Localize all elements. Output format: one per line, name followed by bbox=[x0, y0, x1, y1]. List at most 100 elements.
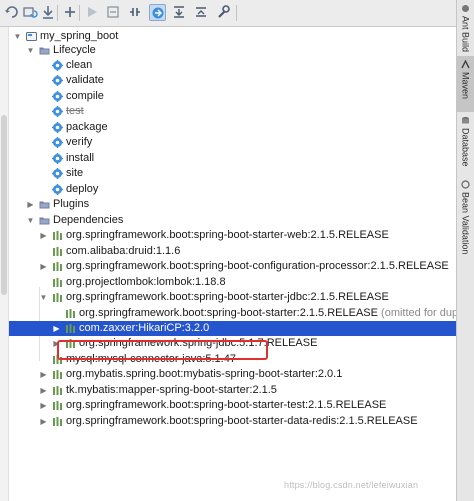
library-icon bbox=[52, 416, 63, 427]
tree-node-label: Plugins bbox=[53, 198, 90, 210]
tree-node-label: deploy bbox=[66, 183, 99, 195]
toolbar-separator bbox=[79, 5, 80, 21]
gear-icon bbox=[52, 153, 63, 164]
expand-arrow-down-icon[interactable]: ▼ bbox=[26, 43, 35, 58]
expand-arrow-right-icon[interactable]: ▶ bbox=[52, 321, 61, 336]
lifecycle-phase-item[interactable]: validate bbox=[9, 73, 456, 88]
generate-sources-button[interactable] bbox=[22, 4, 39, 21]
tree-node[interactable]: ▶ tk.mybatis:mapper-spring-boot-starter:2… bbox=[9, 383, 456, 398]
gear-icon bbox=[52, 122, 63, 133]
library-icon bbox=[52, 369, 63, 380]
lifecycle-phase-item[interactable]: deploy bbox=[9, 182, 456, 197]
tree-node[interactable]: ▶ org.springframework.boot:spring-boot-st… bbox=[9, 228, 456, 243]
tree-node[interactable]: ▼ Lifecycle bbox=[9, 43, 456, 58]
tree-node[interactable]: ▶ org.mybatis.spring.boot:mybatis-spring-… bbox=[9, 367, 456, 382]
left-scrollbar[interactable] bbox=[0, 27, 9, 501]
skip-tests-button[interactable] bbox=[149, 4, 166, 21]
tree-node[interactable]: ▶ org.springframework.boot:spring-boot-co… bbox=[9, 259, 456, 274]
lifecycle-phase-item[interactable]: compile bbox=[9, 89, 456, 104]
library-icon bbox=[52, 292, 63, 303]
tree-node-label: my_spring_boot bbox=[40, 30, 119, 42]
gear-icon bbox=[52, 137, 63, 148]
execute-goal-button[interactable] bbox=[105, 4, 122, 21]
tree-node-label: clean bbox=[66, 59, 93, 71]
maven-module-icon bbox=[26, 31, 37, 42]
expand-arrow-right-icon[interactable]: ▶ bbox=[26, 197, 35, 212]
lifecycle-phase-item[interactable]: test bbox=[9, 104, 456, 119]
wrench-icon bbox=[215, 4, 232, 20]
lifecycle-phase-item[interactable]: site bbox=[9, 166, 456, 181]
expand-arrow-right-icon[interactable]: ▶ bbox=[39, 398, 48, 413]
download-sources-button[interactable] bbox=[40, 4, 57, 21]
expand-arrow-down-icon[interactable]: ▼ bbox=[13, 29, 22, 44]
maven-goal-icon bbox=[105, 4, 122, 20]
tree-node[interactable]: ▶ Plugins bbox=[9, 197, 456, 212]
right-tool-window-bar: Ant Build Maven Database Bean Validation bbox=[456, 0, 474, 501]
tree-node-label: org.springframework.boot:spring-boot-sta… bbox=[66, 399, 387, 411]
lifecycle-phase-item[interactable]: verify bbox=[9, 135, 456, 150]
run-maven-build-button[interactable] bbox=[84, 4, 101, 21]
library-icon bbox=[52, 385, 63, 396]
tree-node[interactable]: org.projectlombok:lombok:1.18.8 bbox=[9, 275, 456, 290]
scrollbar-thumb[interactable] bbox=[1, 115, 7, 295]
expand-arrow-down-icon[interactable]: ▼ bbox=[26, 213, 35, 228]
tree-node-label: validate bbox=[66, 74, 104, 86]
tree-node[interactable]: ▶ com.zaxxer:HikariCP:3.2.0 bbox=[9, 321, 456, 336]
database-icon bbox=[461, 116, 470, 125]
gear-icon bbox=[52, 75, 63, 86]
show-dependencies-button[interactable] bbox=[171, 4, 188, 21]
tree-node[interactable]: ▼ my_spring_boot bbox=[9, 29, 456, 44]
gear-icon bbox=[52, 91, 63, 102]
folder-icon bbox=[39, 215, 50, 226]
plus-icon bbox=[62, 4, 79, 20]
library-icon bbox=[52, 400, 63, 411]
side-tab-label: Bean Validation bbox=[460, 192, 471, 255]
toolbar-separator bbox=[236, 5, 237, 21]
settings-button[interactable] bbox=[215, 4, 232, 21]
library-icon bbox=[65, 308, 76, 319]
add-maven-project-button[interactable] bbox=[62, 4, 79, 21]
reimport-button[interactable] bbox=[4, 4, 21, 21]
ant-icon bbox=[461, 4, 470, 13]
maven-toolbar bbox=[0, 0, 456, 27]
side-tab-bean-validation[interactable]: Bean Validation bbox=[457, 176, 474, 304]
expand-arrow-right-icon[interactable]: ▶ bbox=[39, 383, 48, 398]
tree-node[interactable]: ▶ org.springframework.boot:spring-boot-st… bbox=[9, 414, 456, 429]
lifecycle-phase-item[interactable]: install bbox=[9, 151, 456, 166]
library-icon bbox=[52, 246, 63, 257]
tree-node-label: org.springframework.boot:spring-boot-sta… bbox=[66, 229, 389, 241]
gear-icon bbox=[52, 106, 63, 117]
tree-node-label: org.mybatis.spring.boot:mybatis-spring-b… bbox=[66, 368, 343, 380]
tree-node-label: org.projectlombok:lombok:1.18.8 bbox=[66, 276, 226, 288]
library-icon bbox=[52, 230, 63, 241]
reimport-folders-icon bbox=[22, 4, 39, 20]
expand-arrow-right-icon[interactable]: ▶ bbox=[39, 259, 48, 274]
tree-node-label: org.springframework.boot:spring-boot-sta… bbox=[66, 415, 418, 427]
expand-arrow-right-icon[interactable]: ▶ bbox=[39, 367, 48, 382]
tree-node[interactable]: ▼ org.springframework.boot:spring-boot-st… bbox=[9, 290, 456, 305]
folder-icon bbox=[39, 199, 50, 210]
tree-node[interactable]: ▶ org.springframework.boot:spring-boot-st… bbox=[9, 398, 456, 413]
side-tab-label: Ant Build bbox=[460, 16, 471, 53]
tree-node-label: compile bbox=[66, 90, 104, 102]
tree-node[interactable]: com.alibaba:druid:1.1.6 bbox=[9, 244, 456, 259]
folder-icon bbox=[39, 45, 50, 56]
tree-node[interactable]: ▼ Dependencies bbox=[9, 213, 456, 228]
collapse-all-icon bbox=[193, 4, 210, 20]
tree-node-label: com.alibaba:druid:1.1.6 bbox=[66, 245, 181, 257]
skip-tests-icon bbox=[150, 5, 165, 21]
side-tab-database[interactable]: Database bbox=[457, 112, 474, 174]
expand-arrow-down-icon[interactable]: ▼ bbox=[39, 290, 48, 305]
toolbar-separator bbox=[57, 5, 58, 21]
expand-arrow-right-icon[interactable]: ▶ bbox=[39, 228, 48, 243]
collapse-all-button[interactable] bbox=[193, 4, 210, 21]
lifecycle-phase-item[interactable]: clean bbox=[9, 58, 456, 73]
highlight-box bbox=[57, 340, 268, 360]
side-tab-ant-build[interactable]: Ant Build bbox=[457, 0, 474, 56]
watermark-text: https://blog.csdn.net/lefeiwuxian bbox=[284, 480, 419, 490]
lifecycle-phase-item[interactable]: package bbox=[9, 120, 456, 135]
tree-node[interactable]: org.springframework.boot:spring-boot-sta… bbox=[9, 306, 456, 321]
expand-arrow-right-icon[interactable]: ▶ bbox=[39, 414, 48, 429]
side-tab-maven[interactable]: Maven bbox=[457, 56, 474, 112]
toggle-offline-button[interactable] bbox=[127, 4, 144, 21]
